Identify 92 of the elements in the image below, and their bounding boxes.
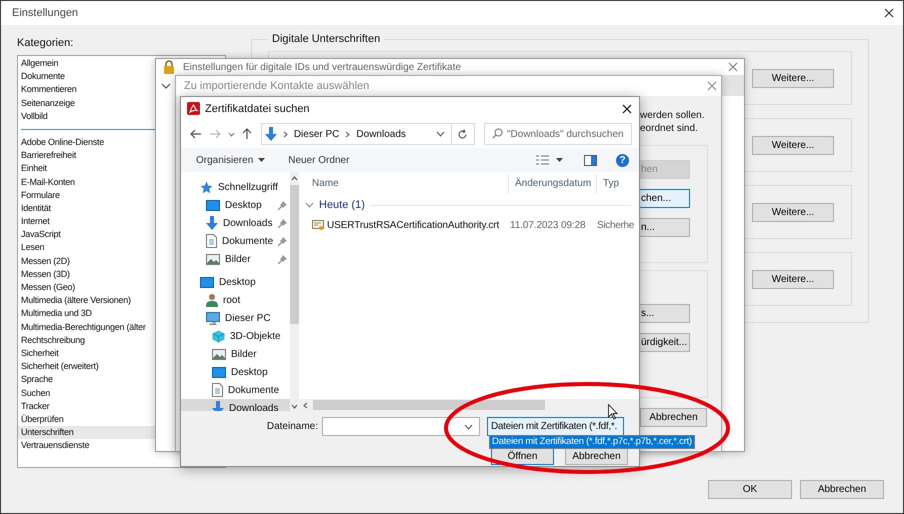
scroll-up-icon[interactable] <box>291 176 298 181</box>
nav-item[interactable]: root <box>181 291 290 309</box>
download-arrow-icon <box>264 127 277 141</box>
scrollbar[interactable] <box>290 172 300 411</box>
pin-icon[interactable] <box>278 254 288 264</box>
file-date: 11.07.2023 09:28 <box>509 220 587 230</box>
breadcrumb[interactable]: Downloads <box>356 128 406 140</box>
caret-icon[interactable] <box>556 158 563 162</box>
file-name[interactable]: USERTrustRSACertificationAuthority.crt <box>327 220 500 230</box>
file-type: Sicherhe <box>597 220 634 230</box>
action-button[interactable]: n... <box>640 218 690 237</box>
nav-item[interactable]: Downloads <box>181 214 290 232</box>
up-arrow-icon[interactable] <box>242 128 252 140</box>
nav-item[interactable]: Schnellzugriff <box>181 178 290 196</box>
file-type-dropdown[interactable]: Dateien mit Zertifikaten (*.fdf,*. <box>487 417 624 436</box>
dialog-title: Zu importierende Kontakte auswählen <box>184 80 370 92</box>
dialog-title: Einstellungen für digitale IDs und vertrauenswürdige Zertifikate <box>183 62 461 72</box>
breadcrumb-chevron-icon <box>345 130 350 138</box>
monitor-screen-icon <box>200 276 214 288</box>
close-icon[interactable] <box>884 8 894 18</box>
close-icon[interactable] <box>622 104 632 114</box>
more-button[interactable]: Weitere... <box>752 136 834 154</box>
column-header[interactable]: Änderungsdatum <box>509 174 597 194</box>
breadcrumb-chevron-icon <box>282 130 288 138</box>
action-button[interactable]: s... <box>640 304 690 323</box>
lock-icon <box>163 60 175 74</box>
chevron-down-icon[interactable] <box>305 202 314 208</box>
help-button[interactable]: ? <box>616 154 629 166</box>
dialog-button[interactable]: Abbrechen <box>800 480 884 499</box>
categories-label: Kategorien: <box>17 37 74 49</box>
pin-icon[interactable] <box>278 200 288 210</box>
chevron-down-icon[interactable] <box>161 83 171 89</box>
picture-icon <box>212 348 226 360</box>
scrollbar[interactable] <box>297 399 639 411</box>
search-field[interactable]: "Downloads" durchsuchen <box>484 123 632 145</box>
nav-item[interactable]: Bilder <box>181 345 290 363</box>
nav-item[interactable]: 3D-Objekte <box>181 327 290 345</box>
monitor-screen-icon <box>212 366 226 378</box>
cube-icon <box>212 330 225 342</box>
action-button[interactable]: ürdigkeit... <box>640 333 690 352</box>
breadcrumb[interactable]: Dieser PC <box>294 128 340 140</box>
new-folder-button[interactable]: Neuer Ordner <box>285 152 352 168</box>
search-icon <box>492 128 503 139</box>
instruction-text: eordnet sind. <box>640 122 698 135</box>
document-icon <box>212 383 223 397</box>
column-header[interactable]: Typ <box>597 174 620 194</box>
star-icon <box>200 180 213 194</box>
window-title: Einstellungen <box>12 7 78 19</box>
group-header[interactable]: Heute (1) <box>319 199 365 211</box>
cursor-icon <box>608 404 618 420</box>
view-options-icon[interactable] <box>536 154 549 166</box>
dialog-button[interactable]: OK <box>708 480 792 499</box>
nav-item[interactable]: Dokumente <box>181 232 290 250</box>
more-button[interactable]: Weitere... <box>752 202 834 222</box>
chevron-down-icon[interactable] <box>228 132 235 136</box>
computer-icon <box>206 312 220 324</box>
refresh-icon[interactable] <box>457 128 468 140</box>
nav-item[interactable]: Dieser PC <box>181 309 290 327</box>
pin-icon[interactable] <box>278 218 288 228</box>
column-header[interactable]: Name <box>297 174 509 194</box>
scroll-down-icon[interactable] <box>291 404 298 409</box>
action-button[interactable]: chen... <box>640 189 690 208</box>
caret-icon <box>258 158 266 162</box>
nav-item[interactable]: Desktop <box>181 363 290 381</box>
filename-label: Dateiname: <box>266 421 319 432</box>
back-arrow-icon[interactable] <box>190 129 202 139</box>
nav-item[interactable]: Desktop <box>181 273 290 291</box>
more-button[interactable]: Weitere... <box>752 270 834 288</box>
more-button[interactable]: Weitere... <box>752 68 834 88</box>
address-bar[interactable]: Dieser PC Downloads <box>260 123 475 145</box>
dialog-title: Zertifikatdatei suchen <box>205 102 310 114</box>
organize-menu-button[interactable]: Organisieren <box>193 152 268 168</box>
download-arrow-icon <box>206 216 218 230</box>
preview-pane-icon[interactable] <box>584 154 597 166</box>
picture-icon <box>206 254 220 264</box>
document-icon <box>206 234 217 248</box>
certificate-icon <box>312 220 324 230</box>
pdf-icon <box>187 102 200 115</box>
pin-icon[interactable] <box>278 236 288 246</box>
nav-item[interactable]: Desktop <box>181 196 290 214</box>
user-icon <box>206 293 218 307</box>
nav-item[interactable]: Bilder <box>181 250 290 268</box>
chevron-down-icon[interactable] <box>436 131 445 137</box>
group-title: Digitale Unterschriften <box>271 33 382 45</box>
cancel-button[interactable]: Abbrechen <box>640 408 707 427</box>
instruction-text: werden sollen. <box>640 109 704 122</box>
dropdown-option[interactable]: Dateien mit Zertifikaten (*.fdf,*.p7c,*.p7b,*.cer,*.crt) <box>490 436 694 448</box>
filename-field[interactable] <box>322 417 480 436</box>
chevron-down-icon[interactable] <box>464 424 473 430</box>
scroll-left-icon[interactable] <box>303 402 308 408</box>
nav-item[interactable]: Dokumente <box>181 381 290 399</box>
monitor-screen-icon <box>206 200 220 210</box>
